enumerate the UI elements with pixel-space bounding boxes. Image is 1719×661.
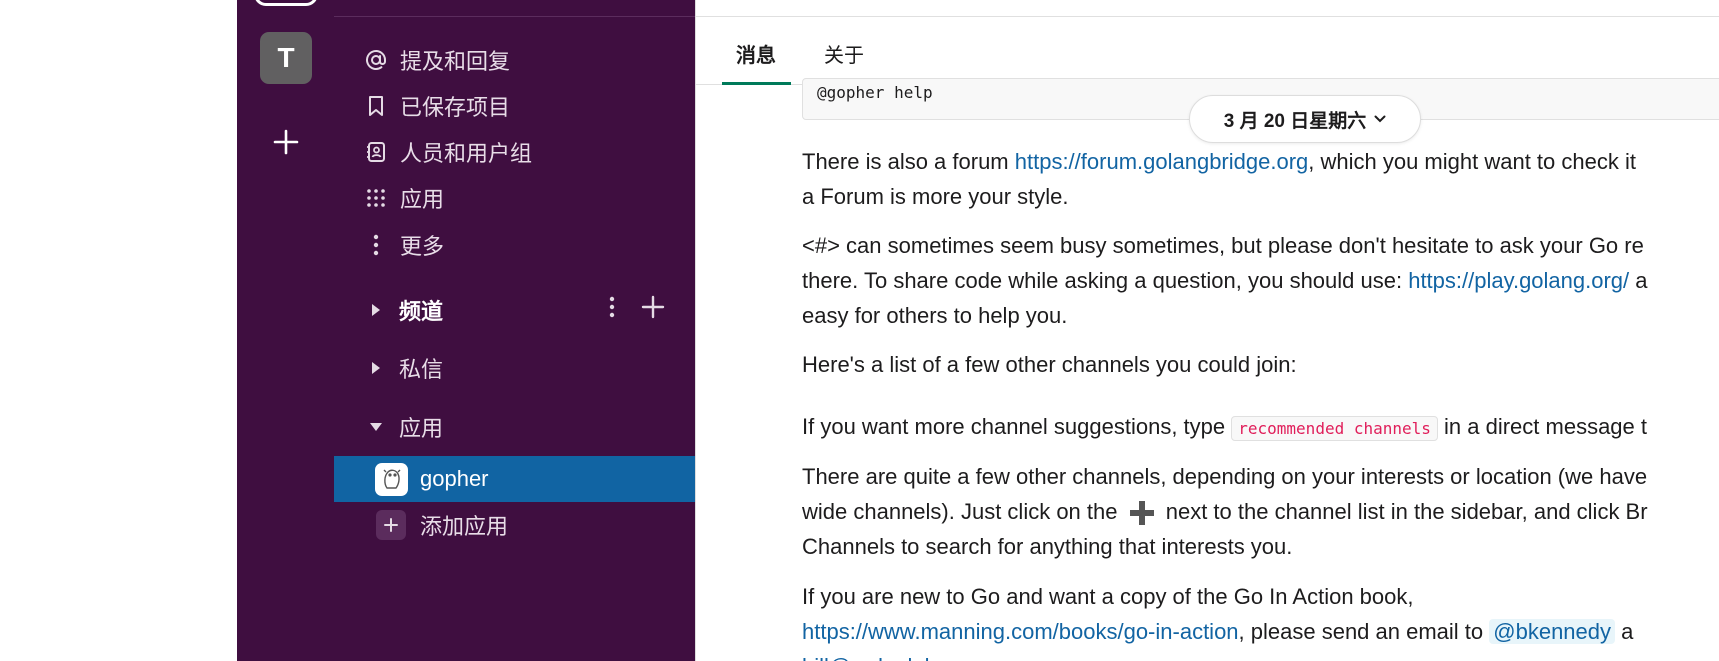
sidebar-item-gopher[interactable]: gopher: [334, 456, 695, 502]
chevron-down-icon: [1374, 115, 1386, 123]
sidebar-item-label: 更多: [400, 234, 445, 259]
workspace-rail: T: [237, 0, 334, 661]
message-line: wide channels). Just click on the next t…: [802, 494, 1719, 529]
gopher-avatar-icon: [375, 462, 408, 496]
message-line: a Forum is more your style.: [802, 184, 1069, 209]
app-window: T 提及和回复 已保存项目 人员和用户组 应用 更多 频道 私信 应用 goph…: [0, 0, 1719, 661]
message-line: Channels to search for anything that int…: [802, 534, 1293, 559]
at-icon: [360, 49, 392, 71]
bookmark-icon: [360, 95, 392, 117]
date-divider-button[interactable]: 3 月 20 日星期六: [1189, 95, 1421, 143]
contacts-icon: [360, 141, 392, 163]
inline-code: recommended channels: [1231, 416, 1438, 441]
message-line: <#> can sometimes seem busy sometimes, b…: [802, 233, 1644, 258]
text: , which you might want to check it: [1308, 149, 1636, 174]
more-vertical-icon: [609, 296, 615, 318]
plus-icon: [376, 510, 406, 540]
message-paragraph: <#> can sometimes seem busy sometimes, b…: [802, 228, 1719, 333]
heavy-plus-icon: [1124, 498, 1160, 528]
sidebar-item-label: 应用: [400, 187, 445, 212]
sidebar-item-label: 人员和用户组: [400, 141, 533, 166]
text: wide channels). Just click on the: [802, 499, 1124, 524]
add-workspace-button[interactable]: [266, 122, 306, 162]
channel-sidebar: 提及和回复 已保存项目 人员和用户组 应用 更多 频道 私信 应用 gopher…: [334, 0, 695, 661]
text: If you want more channel suggestions, ty…: [802, 414, 1232, 439]
message-paragraph: Here's a list of a few other channels yo…: [802, 352, 1297, 377]
message-line: there. To share code while asking a ques…: [802, 263, 1719, 298]
apps-grid-icon: [360, 188, 392, 208]
active-tab-indicator: [722, 82, 791, 85]
sidebar-item-more[interactable]: 更多: [334, 222, 695, 268]
tab-about[interactable]: 关于: [824, 39, 864, 68]
message-paragraph: If you are new to Go and want a copy of …: [802, 579, 1719, 661]
text: there. To share code while asking a ques…: [802, 268, 1409, 293]
date-label: 3 月 20 日星期六: [1223, 110, 1367, 132]
sidebar-item-label: 提及和回复: [400, 49, 511, 74]
message-paragraph: There is also a forum https://forum.gola…: [802, 144, 1719, 214]
sidebar-item-mentions[interactable]: 提及和回复: [334, 37, 695, 83]
more-vertical-icon: [360, 234, 392, 256]
text: a: [1615, 619, 1634, 644]
section-direct-messages[interactable]: 私信: [334, 345, 695, 391]
plus-icon: [641, 295, 665, 319]
section-label: 应用: [399, 416, 444, 441]
message-paragraph: If you want more channel suggestions, ty…: [802, 409, 1719, 446]
section-apps[interactable]: 应用: [334, 404, 695, 450]
sidebar-header: [334, 0, 695, 17]
section-options-button[interactable]: [609, 296, 615, 324]
sidebar-item-apps[interactable]: 应用: [334, 175, 695, 221]
playground-link[interactable]: https://play.golang.org/: [1408, 268, 1629, 293]
tab-bar: 消息 关于: [696, 17, 1719, 85]
message-line: There is also a forum https://forum.gola…: [802, 144, 1719, 179]
user-mention[interactable]: @bkennedy: [1489, 619, 1616, 644]
add-app-label: 添加应用: [420, 514, 509, 539]
text: next to the channel list in the sidebar,…: [1159, 499, 1648, 524]
add-app-button[interactable]: 添加应用: [334, 502, 695, 548]
book-link[interactable]: https://www.manning.com/books/go-in-acti…: [802, 619, 1239, 644]
message-line: There are quite a few other channels, de…: [802, 464, 1648, 489]
message-paragraph: There are quite a few other channels, de…: [802, 459, 1719, 564]
caret-down-icon: [367, 422, 385, 432]
section-channels[interactable]: 频道: [334, 287, 695, 333]
text: There is also a forum: [802, 149, 1015, 174]
main-header: [696, 0, 1719, 17]
home-button[interactable]: [254, 0, 318, 6]
workspace-switcher[interactable]: T: [260, 32, 312, 84]
text: a: [1629, 268, 1648, 293]
section-label: 私信: [399, 357, 444, 382]
email-link[interactable]: bill@ardanlabs.com: [802, 649, 1719, 661]
message-line: https://www.manning.com/books/go-in-acti…: [802, 614, 1719, 649]
main-panel: 消息 关于 @gopher help 3 月 20 日星期六 There is …: [695, 0, 1719, 661]
sidebar-item-saved[interactable]: 已保存项目: [334, 83, 695, 129]
section-label: 频道: [399, 299, 444, 324]
caret-right-icon: [367, 361, 385, 375]
tab-messages[interactable]: 消息: [736, 39, 776, 68]
message-line: easy for others to help you.: [802, 303, 1068, 328]
caret-right-icon: [367, 303, 385, 317]
text: , please send an email to: [1238, 619, 1490, 644]
message-line: If you are new to Go and want a copy of …: [802, 584, 1414, 609]
sidebar-item-label: 已保存项目: [400, 95, 511, 120]
plus-icon: [273, 129, 299, 155]
text: in a direct message t: [1437, 414, 1648, 439]
sidebar-item-people[interactable]: 人员和用户组: [334, 129, 695, 175]
app-label: gopher: [420, 466, 489, 491]
add-channel-button[interactable]: [641, 295, 665, 325]
forum-link[interactable]: https://forum.golangbridge.org: [1015, 149, 1309, 174]
section-actions: [609, 287, 665, 333]
